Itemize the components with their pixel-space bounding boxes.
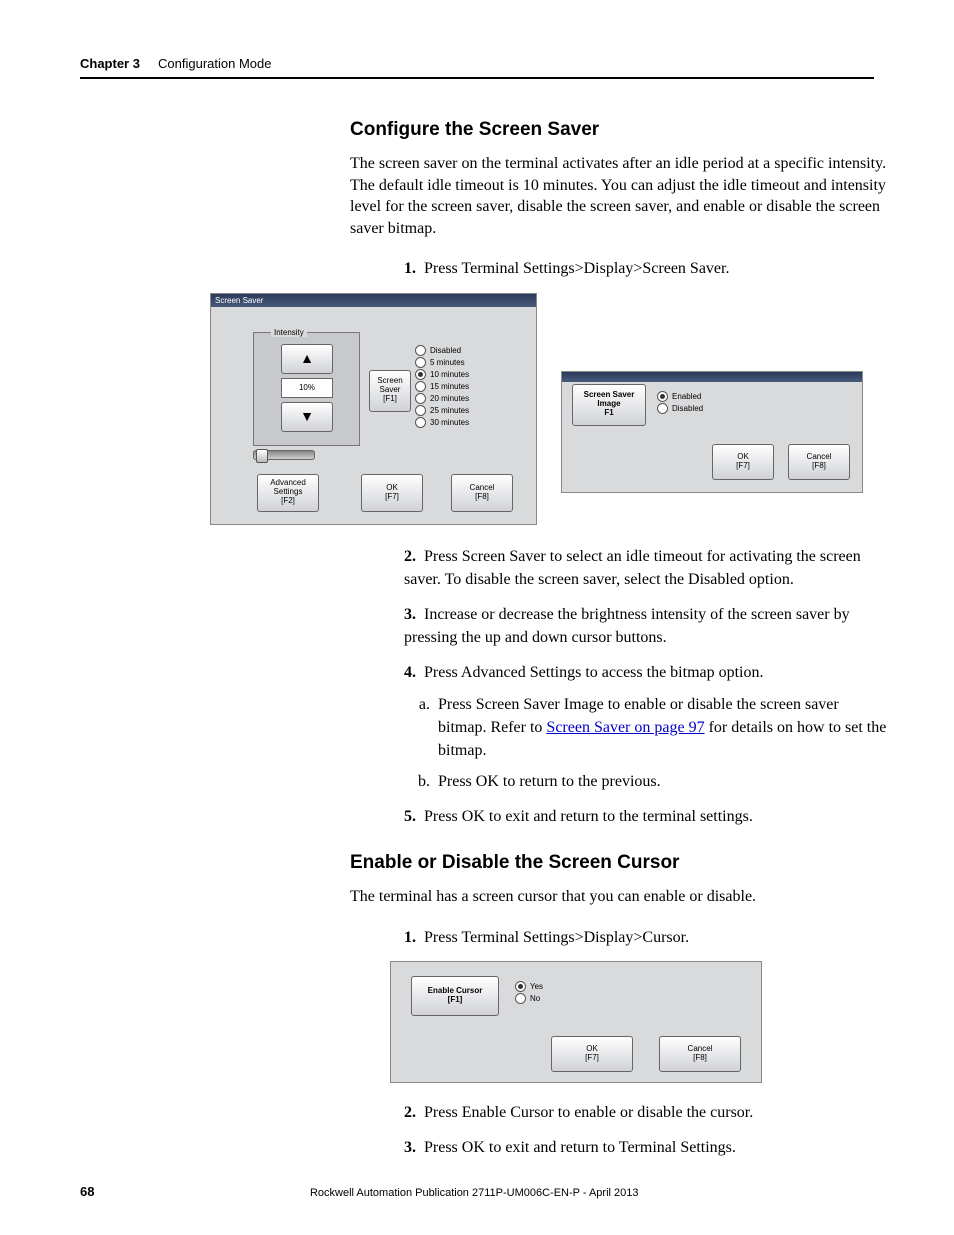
page-number: 68 <box>80 1184 94 1199</box>
timeout-option[interactable]: 30 minutes <box>415 417 469 428</box>
disabled-option[interactable]: Disabled <box>657 403 703 414</box>
section-intro-cursor: The terminal has a screen cursor that yo… <box>350 886 890 908</box>
image-toggle: Enabled Disabled <box>657 390 703 415</box>
running-header: Chapter 3 Configuration Mode <box>80 56 874 71</box>
intensity-up-button[interactable]: ▲ <box>281 344 333 374</box>
intensity-down-button[interactable]: ▼ <box>281 402 333 432</box>
step-text: Press Terminal Settings>Display>Screen S… <box>424 260 729 277</box>
cancel-button[interactable]: Cancel[F8] <box>659 1036 741 1072</box>
section-heading-cursor: Enable or Disable the Screen Cursor <box>350 852 890 874</box>
ok-button[interactable]: OK[F7] <box>712 444 774 480</box>
ok-button[interactable]: OK[F7] <box>361 474 423 512</box>
cursor-dialog: Enable Cursor[F1] Yes No OK[F7] Cancel[F… <box>390 961 762 1083</box>
step-text: Press Enable Cursor to enable or disable… <box>424 1104 753 1121</box>
dialog-titlebar-small <box>562 372 862 382</box>
section-intro-screensaver: The screen saver on the terminal activat… <box>350 153 890 239</box>
list-item: 4. Press Advanced Settings to access the… <box>400 661 890 793</box>
step-text: Increase or decrease the brightness inte… <box>404 606 850 646</box>
list-item: 1. Press Terminal Settings>Display>Scree… <box>400 257 890 280</box>
page-footer: 68 Rockwell Automation Publication 2711P… <box>80 1184 874 1199</box>
screensaver-image-dialog: Screen SaverImageF1 Enabled Disabled OK[… <box>561 371 863 493</box>
intensity-value: 10% <box>281 378 333 398</box>
timeout-option[interactable]: 5 minutes <box>415 357 469 368</box>
timeout-option[interactable]: 15 minutes <box>415 381 469 392</box>
dialog-titlebar: Screen Saver <box>211 294 536 307</box>
step-text: Press Terminal Settings>Display>Cursor. <box>424 929 689 946</box>
figure-screensaver-dialogs: Screen Saver Intensity ▲ 10% ▼ ScreenSav… <box>210 293 874 525</box>
screensaver-dialog: Screen Saver Intensity ▲ 10% ▼ ScreenSav… <box>210 293 537 525</box>
screensaver-page-link[interactable]: Screen Saver on page 97 <box>546 719 704 736</box>
intensity-label: Intensity <box>271 328 307 337</box>
publication-info: Rockwell Automation Publication 2711P-UM… <box>94 1187 854 1199</box>
timeout-option[interactable]: 25 minutes <box>415 405 469 416</box>
cursor-toggle: Yes No <box>515 980 543 1005</box>
section-heading-screensaver: Configure the Screen Saver <box>350 119 890 141</box>
list-item: 2. Press Screen Saver to select an idle … <box>400 545 890 591</box>
list-item: 1. Press Terminal Settings>Display>Curso… <box>400 926 890 949</box>
timeout-option[interactable]: 10 minutes <box>415 369 469 380</box>
advanced-settings-button[interactable]: AdvancedSettings[F2] <box>257 474 319 512</box>
header-rule <box>80 77 874 79</box>
enable-cursor-button[interactable]: Enable Cursor[F1] <box>411 976 499 1016</box>
list-item: 3. Press OK to exit and return to Termin… <box>400 1136 890 1159</box>
no-option[interactable]: No <box>515 993 543 1004</box>
screen-saver-button[interactable]: ScreenSaver[F1] <box>369 370 411 412</box>
cancel-button[interactable]: Cancel[F8] <box>788 444 850 480</box>
step-text: Press Screen Saver to select an idle tim… <box>404 548 861 588</box>
list-item: Press Screen Saver Image to enable or di… <box>434 693 890 763</box>
yes-option[interactable]: Yes <box>515 981 543 992</box>
timeout-options: Disabled 5 minutes 10 minutes 15 minutes… <box>415 344 469 429</box>
step-text: Press Advanced Settings to access the bi… <box>424 664 764 681</box>
screen-saver-image-button[interactable]: Screen SaverImageF1 <box>572 384 646 426</box>
intensity-slider[interactable] <box>253 450 315 460</box>
list-item: 3. Increase or decrease the brightness i… <box>400 603 890 649</box>
timeout-option[interactable]: Disabled <box>415 345 469 356</box>
enabled-option[interactable]: Enabled <box>657 391 703 402</box>
step-text: Press OK to exit and return to the termi… <box>424 808 753 825</box>
list-item: 5. Press OK to exit and return to the te… <box>400 805 890 828</box>
list-item: Press OK to return to the previous. <box>434 770 890 793</box>
ok-button[interactable]: OK[F7] <box>551 1036 633 1072</box>
chapter-number: Chapter 3 <box>80 56 140 71</box>
timeout-option[interactable]: 20 minutes <box>415 393 469 404</box>
step-text: Press OK to exit and return to Terminal … <box>424 1139 736 1156</box>
list-item: 2. Press Enable Cursor to enable or disa… <box>400 1101 890 1124</box>
cancel-button[interactable]: Cancel[F8] <box>451 474 513 512</box>
chapter-title: Configuration Mode <box>158 56 271 71</box>
